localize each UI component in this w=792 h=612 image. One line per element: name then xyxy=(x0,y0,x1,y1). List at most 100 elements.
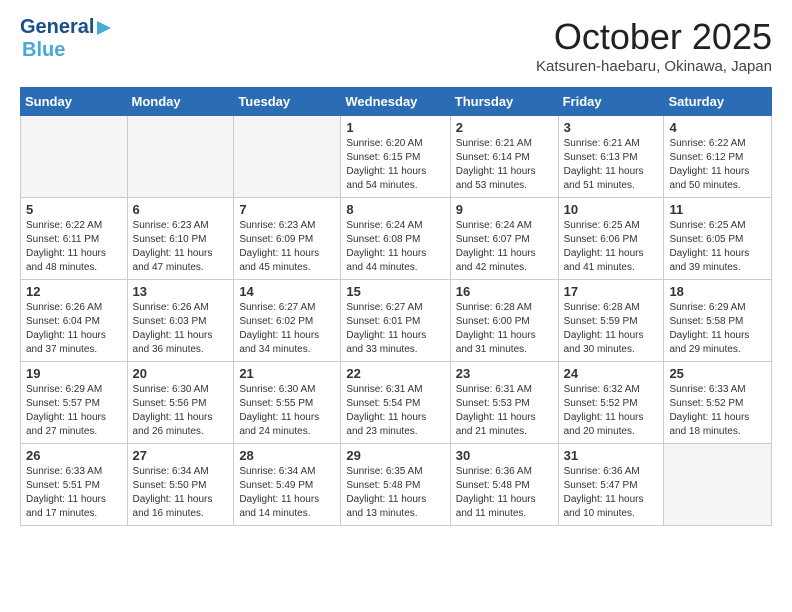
calendar-cell: 20Sunrise: 6:30 AMSunset: 5:56 PMDayligh… xyxy=(127,362,234,444)
sunset-text: Sunset: 6:02 PM xyxy=(239,315,335,329)
sunrise-text: Sunrise: 6:24 AM xyxy=(456,219,553,233)
sunset-text: Sunset: 6:01 PM xyxy=(346,315,444,329)
day-info: Sunrise: 6:35 AMSunset: 5:48 PMDaylight:… xyxy=(346,465,444,521)
calendar-cell: 19Sunrise: 6:29 AMSunset: 5:57 PMDayligh… xyxy=(21,362,128,444)
sunset-text: Sunset: 5:54 PM xyxy=(346,397,444,411)
day-info: Sunrise: 6:23 AMSunset: 6:10 PMDaylight:… xyxy=(133,219,229,275)
sunrise-text: Sunrise: 6:36 AM xyxy=(564,465,659,479)
daylight-text: Daylight: 11 hours and 10 minutes. xyxy=(564,493,659,521)
calendar-cell: 14Sunrise: 6:27 AMSunset: 6:02 PMDayligh… xyxy=(234,280,341,362)
daylight-text: Daylight: 11 hours and 51 minutes. xyxy=(564,165,659,193)
sunrise-text: Sunrise: 6:33 AM xyxy=(669,383,766,397)
sunset-text: Sunset: 6:15 PM xyxy=(346,151,444,165)
calendar-cell: 10Sunrise: 6:25 AMSunset: 6:06 PMDayligh… xyxy=(558,198,664,280)
sunrise-text: Sunrise: 6:29 AM xyxy=(26,383,122,397)
week-row-5: 26Sunrise: 6:33 AMSunset: 5:51 PMDayligh… xyxy=(21,444,772,526)
sunrise-text: Sunrise: 6:28 AM xyxy=(564,301,659,315)
day-number: 16 xyxy=(456,284,553,299)
sunset-text: Sunset: 6:00 PM xyxy=(456,315,553,329)
daylight-text: Daylight: 11 hours and 47 minutes. xyxy=(133,247,229,275)
calendar-cell: 25Sunrise: 6:33 AMSunset: 5:52 PMDayligh… xyxy=(664,362,772,444)
sunrise-text: Sunrise: 6:34 AM xyxy=(133,465,229,479)
day-number: 13 xyxy=(133,284,229,299)
weekday-header-monday: Monday xyxy=(127,88,234,116)
sunrise-text: Sunrise: 6:30 AM xyxy=(133,383,229,397)
daylight-text: Daylight: 11 hours and 50 minutes. xyxy=(669,165,766,193)
calendar-cell: 16Sunrise: 6:28 AMSunset: 6:00 PMDayligh… xyxy=(450,280,558,362)
day-number: 5 xyxy=(26,202,122,217)
sunrise-text: Sunrise: 6:22 AM xyxy=(669,137,766,151)
sunrise-text: Sunrise: 6:22 AM xyxy=(26,219,122,233)
day-number: 29 xyxy=(346,448,444,463)
daylight-text: Daylight: 11 hours and 31 minutes. xyxy=(456,329,553,357)
sunrise-text: Sunrise: 6:26 AM xyxy=(26,301,122,315)
weekday-header-row: SundayMondayTuesdayWednesdayThursdayFrid… xyxy=(21,88,772,116)
daylight-text: Daylight: 11 hours and 13 minutes. xyxy=(346,493,444,521)
calendar-cell: 7Sunrise: 6:23 AMSunset: 6:09 PMDaylight… xyxy=(234,198,341,280)
sunset-text: Sunset: 5:49 PM xyxy=(239,479,335,493)
calendar-cell: 6Sunrise: 6:23 AMSunset: 6:10 PMDaylight… xyxy=(127,198,234,280)
logo-arrow-icon xyxy=(95,19,113,37)
calendar-cell: 8Sunrise: 6:24 AMSunset: 6:08 PMDaylight… xyxy=(341,198,450,280)
day-info: Sunrise: 6:26 AMSunset: 6:03 PMDaylight:… xyxy=(133,301,229,357)
weekday-header-thursday: Thursday xyxy=(450,88,558,116)
calendar-table: SundayMondayTuesdayWednesdayThursdayFrid… xyxy=(20,87,772,526)
sunset-text: Sunset: 5:47 PM xyxy=(564,479,659,493)
sunrise-text: Sunrise: 6:33 AM xyxy=(26,465,122,479)
day-info: Sunrise: 6:24 AMSunset: 6:07 PMDaylight:… xyxy=(456,219,553,275)
daylight-text: Daylight: 11 hours and 41 minutes. xyxy=(564,247,659,275)
daylight-text: Daylight: 11 hours and 37 minutes. xyxy=(26,329,122,357)
day-info: Sunrise: 6:34 AMSunset: 5:49 PMDaylight:… xyxy=(239,465,335,521)
daylight-text: Daylight: 11 hours and 34 minutes. xyxy=(239,329,335,357)
day-info: Sunrise: 6:26 AMSunset: 6:04 PMDaylight:… xyxy=(26,301,122,357)
sunrise-text: Sunrise: 6:27 AM xyxy=(239,301,335,315)
calendar-cell: 28Sunrise: 6:34 AMSunset: 5:49 PMDayligh… xyxy=(234,444,341,526)
day-info: Sunrise: 6:28 AMSunset: 5:59 PMDaylight:… xyxy=(564,301,659,357)
location: Katsuren-haebaru, Okinawa, Japan xyxy=(536,58,772,75)
weekday-header-tuesday: Tuesday xyxy=(234,88,341,116)
calendar-cell: 9 Sunrise: 6:24 AMSunset: 6:07 PMDaylight… xyxy=(450,198,558,280)
day-info: Sunrise: 6:29 AMSunset: 5:58 PMDaylight:… xyxy=(669,301,766,357)
day-info: Sunrise: 6:34 AMSunset: 5:50 PMDaylight:… xyxy=(133,465,229,521)
day-number: 9 xyxy=(456,202,553,217)
calendar-cell xyxy=(664,444,772,526)
sunset-text: Sunset: 5:52 PM xyxy=(669,397,766,411)
sunset-text: Sunset: 5:53 PM xyxy=(456,397,553,411)
daylight-text: Daylight: 11 hours and 45 minutes. xyxy=(239,247,335,275)
day-number: 18 xyxy=(669,284,766,299)
daylight-text: Daylight: 11 hours and 17 minutes. xyxy=(26,493,122,521)
day-info: Sunrise: 6:36 AMSunset: 5:47 PMDaylight:… xyxy=(564,465,659,521)
calendar-cell: 12Sunrise: 6:26 AMSunset: 6:04 PMDayligh… xyxy=(21,280,128,362)
calendar-cell: 23 Sunrise: 6:31 AMSunset: 5:53 PMDayligh… xyxy=(450,362,558,444)
day-number: 17 xyxy=(564,284,659,299)
daylight-text: Daylight: 11 hours and 54 minutes. xyxy=(346,165,444,193)
weekday-header-wednesday: Wednesday xyxy=(341,88,450,116)
day-info: Sunrise: 6:32 AMSunset: 5:52 PMDaylight:… xyxy=(564,383,659,439)
daylight-text: Daylight: 11 hours and 11 minutes. xyxy=(456,493,553,521)
day-number: 23 xyxy=(456,366,553,381)
day-info: Sunrise: 6:21 AMSunset: 6:14 PMDaylight:… xyxy=(456,137,553,193)
day-info: Sunrise: 6:30 AMSunset: 5:55 PMDaylight:… xyxy=(239,383,335,439)
day-info: Sunrise: 6:27 AMSunset: 6:02 PMDaylight:… xyxy=(239,301,335,357)
daylight-text: Daylight: 11 hours and 33 minutes. xyxy=(346,329,444,357)
day-number: 7 xyxy=(239,202,335,217)
page-header: General Blue October 2025 Katsuren-haeba… xyxy=(20,16,772,75)
sunset-text: Sunset: 6:05 PM xyxy=(669,233,766,247)
sunset-text: Sunset: 6:08 PM xyxy=(346,233,444,247)
week-row-4: 19Sunrise: 6:29 AMSunset: 5:57 PMDayligh… xyxy=(21,362,772,444)
daylight-text: Daylight: 11 hours and 48 minutes. xyxy=(26,247,122,275)
day-number: 11 xyxy=(669,202,766,217)
sunrise-text: Sunrise: 6:21 AM xyxy=(456,137,553,151)
day-info: Sunrise: 6:31 AMSunset: 5:53 PMDaylight:… xyxy=(456,383,553,439)
daylight-text: Daylight: 11 hours and 44 minutes. xyxy=(346,247,444,275)
sunset-text: Sunset: 6:07 PM xyxy=(456,233,553,247)
daylight-text: Daylight: 11 hours and 29 minutes. xyxy=(669,329,766,357)
sunrise-text: Sunrise: 6:30 AM xyxy=(239,383,335,397)
sunrise-text: Sunrise: 6:35 AM xyxy=(346,465,444,479)
day-number: 31 xyxy=(564,448,659,463)
calendar-cell: 2Sunrise: 6:21 AMSunset: 6:14 PMDaylight… xyxy=(450,116,558,198)
day-number: 15 xyxy=(346,284,444,299)
sunrise-text: Sunrise: 6:29 AM xyxy=(669,301,766,315)
day-info: Sunrise: 6:30 AMSunset: 5:56 PMDaylight:… xyxy=(133,383,229,439)
calendar-cell xyxy=(127,116,234,198)
